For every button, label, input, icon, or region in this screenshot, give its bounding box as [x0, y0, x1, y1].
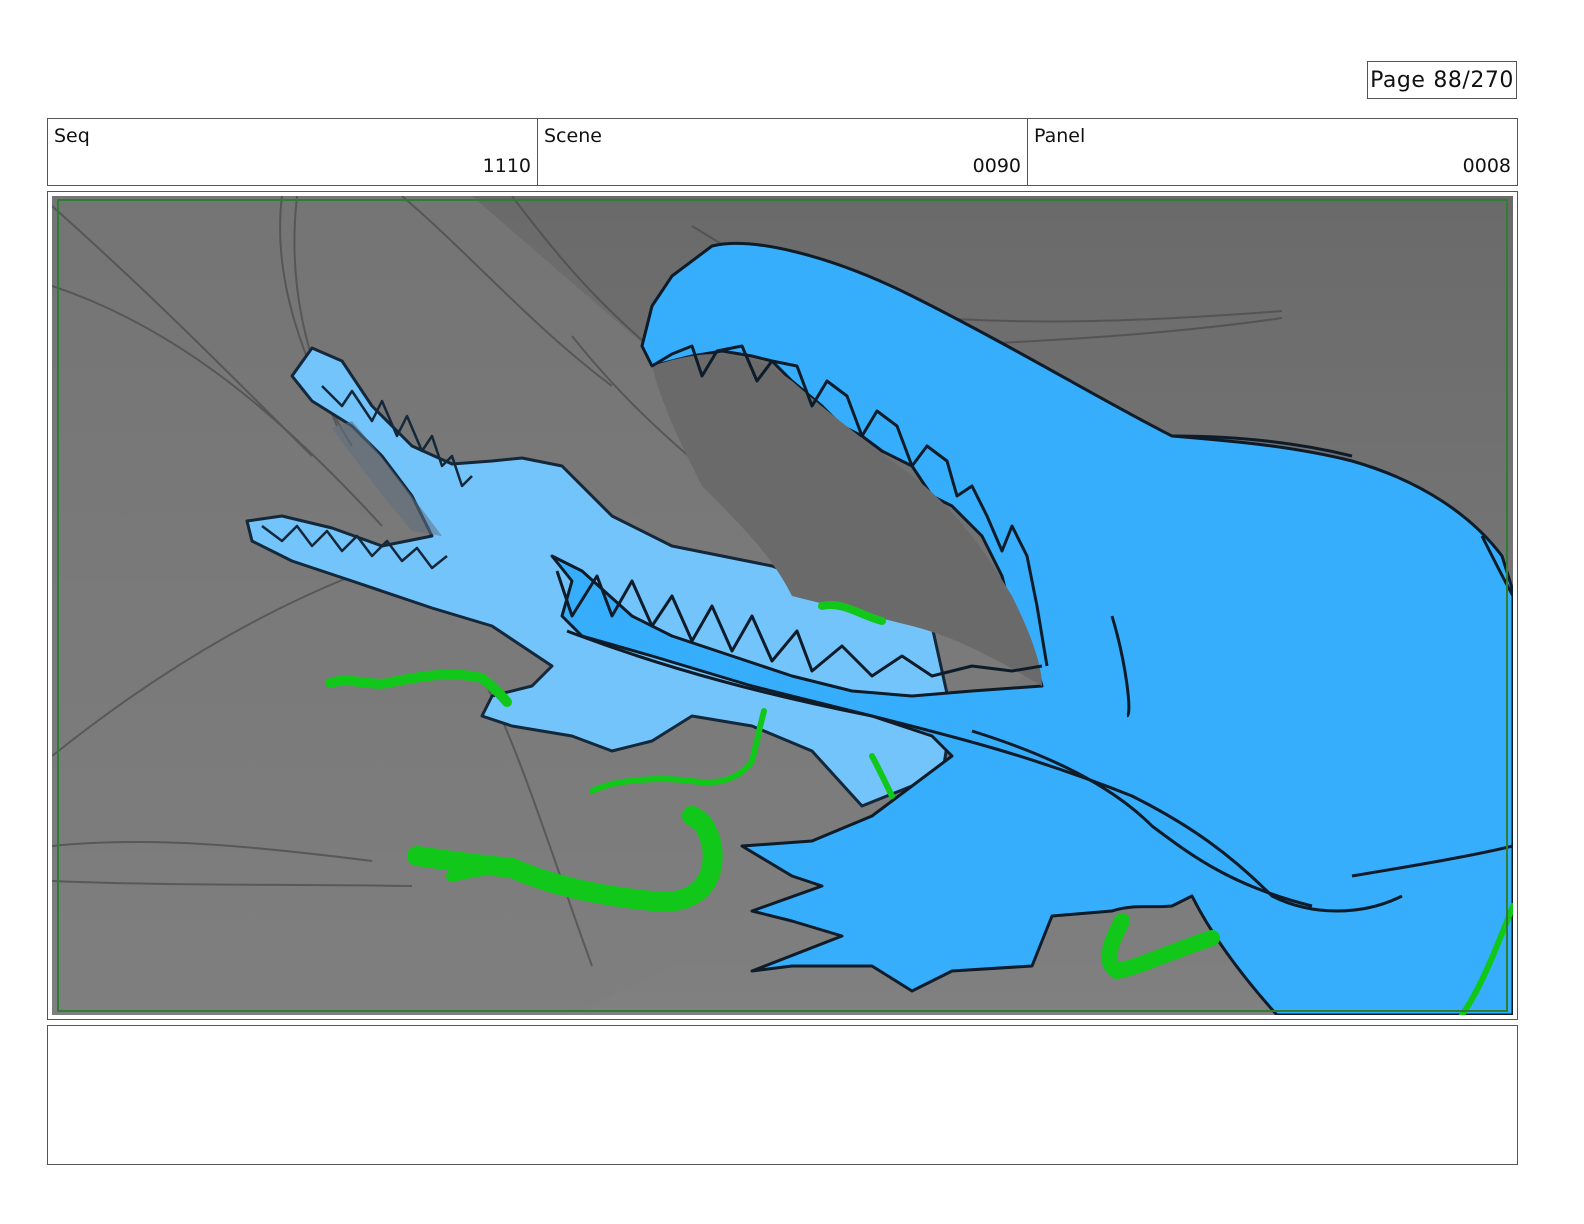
page-label: Page	[1370, 67, 1426, 93]
panel-notes-box	[47, 1025, 1518, 1165]
page-number: 88/270	[1433, 67, 1514, 93]
panel-info-header: Seq 1110 Scene 0090 Panel 0008	[47, 118, 1518, 186]
panel-label: Panel	[1034, 125, 1086, 147]
scene-label: Scene	[544, 125, 602, 147]
seq-label: Seq	[54, 125, 90, 147]
scene-cell: Scene 0090	[537, 119, 1027, 185]
page-indicator: Page 88/270	[1367, 61, 1517, 99]
panel-cell: Panel 0008	[1027, 119, 1517, 185]
seq-value: 1110	[482, 155, 531, 177]
scene-value: 0090	[972, 155, 1021, 177]
panel-value: 0008	[1462, 155, 1511, 177]
storyboard-drawing	[52, 196, 1513, 1015]
seq-cell: Seq 1110	[48, 119, 537, 185]
